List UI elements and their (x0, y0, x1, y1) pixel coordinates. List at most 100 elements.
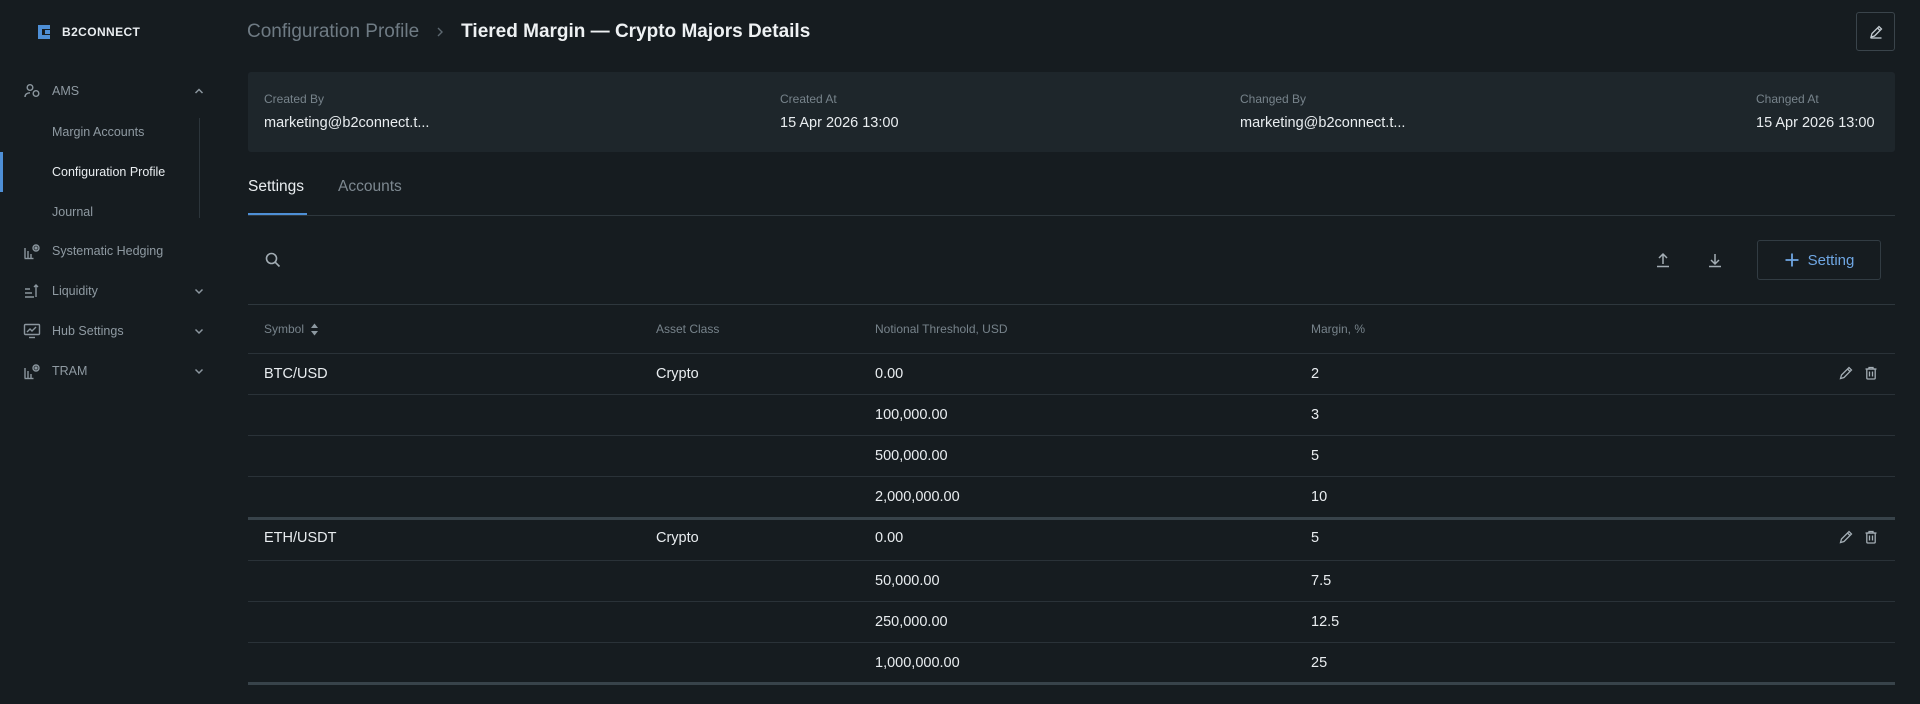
trash-icon[interactable] (1863, 365, 1879, 381)
created-by-label: Created By (264, 92, 325, 106)
column-header-label: Symbol (264, 322, 305, 336)
changed-by-label: Changed By (1240, 92, 1307, 106)
margin-cell: 3 (1311, 407, 1320, 423)
liquidity-icon (23, 282, 41, 300)
tab-accounts[interactable]: Accounts (338, 178, 402, 196)
sidebar-item-label: Systematic Hedging (52, 244, 164, 258)
monitor-chart-icon (23, 322, 41, 340)
margin-cell: 7.5 (1311, 573, 1332, 589)
margin-cell: 2 (1311, 366, 1320, 382)
changed-at-value: 15 Apr 2026 13:00 (1756, 115, 1875, 131)
row-actions (1838, 529, 1879, 545)
sidebar-item-configuration-profile[interactable]: Configuration Profile (0, 152, 210, 192)
threshold-cell: 0.00 (875, 530, 904, 546)
column-header-margin: Margin, % (1311, 322, 1365, 336)
b2connect-logo-icon (38, 25, 50, 39)
table-row[interactable]: 50,000.00 7.5 (248, 560, 1895, 601)
margin-cell: 12.5 (1311, 614, 1340, 630)
sidebar-item-label: Liquidity (52, 284, 98, 298)
pencil-icon (1868, 24, 1884, 40)
changed-by-value: marketing@b2connect.t... (1240, 115, 1406, 131)
margin-cell: 25 (1311, 655, 1328, 671)
add-setting-button[interactable]: Setting (1757, 240, 1881, 280)
created-by-value: marketing@b2connect.t... (264, 115, 430, 131)
threshold-cell: 500,000.00 (875, 448, 948, 464)
sidebar-item-label: Margin Accounts (52, 125, 145, 139)
sidebar-item-tram[interactable]: TRAM (0, 351, 210, 391)
chevron-down-icon[interactable] (193, 365, 205, 377)
sidebar: B2CONNECT AMS Margin Accounts Configurat… (0, 0, 210, 704)
sidebar-item-label: AMS (52, 84, 80, 98)
users-icon (23, 82, 41, 100)
table-row[interactable]: ETH/USDT Crypto 0.00 5 (248, 517, 1895, 558)
sidebar-item-hub-settings[interactable]: Hub Settings (0, 311, 210, 351)
sidebar-item-margin-accounts[interactable]: Margin Accounts (0, 112, 210, 152)
column-header-label: Asset Class (656, 322, 720, 336)
edit-icon[interactable] (1838, 365, 1854, 381)
changed-by-field: Changed By marketing@b2connect.t... (1240, 92, 1405, 131)
toolbar-divider (248, 304, 1895, 305)
sidebar-item-journal[interactable]: Journal (0, 192, 210, 232)
sidebar-item-label: Configuration Profile (52, 165, 166, 179)
tabs-divider (248, 215, 1895, 216)
column-header-asset-class: Asset Class (656, 322, 719, 336)
trash-icon[interactable] (1863, 529, 1879, 545)
margin-cell: 10 (1311, 489, 1328, 505)
audit-info-card: Created By marketing@b2connect.t... Crea… (248, 72, 1895, 152)
sidebar-item-label: Journal (52, 205, 93, 219)
chevron-down-icon[interactable] (193, 285, 205, 297)
table-row[interactable]: 100,000.00 3 (248, 394, 1895, 435)
table-bottom-border (248, 682, 1895, 685)
table-row[interactable]: BTC/USD Crypto 0.00 2 (248, 353, 1895, 394)
table-row[interactable]: 250,000.00 12.5 (248, 601, 1895, 642)
brand-logo[interactable]: B2CONNECT (38, 22, 140, 42)
table-row[interactable]: 2,000,000.00 10 (248, 476, 1895, 517)
search-icon[interactable] (264, 251, 282, 269)
table-row[interactable]: 1,000,000.00 25 (248, 642, 1895, 683)
breadcrumb-parent-link[interactable]: Configuration Profile (247, 21, 419, 43)
tab-settings[interactable]: Settings (248, 178, 304, 196)
threshold-cell: 50,000.00 (875, 573, 940, 589)
chevron-right-icon (435, 26, 445, 38)
created-by-field: Created By marketing@b2connect.t... (264, 92, 429, 131)
add-setting-label: Setting (1807, 251, 1855, 269)
table-row[interactable]: 500,000.00 5 (248, 435, 1895, 476)
row-actions (1838, 365, 1879, 381)
column-header-notional-threshold: Notional Threshold, USD (875, 322, 1008, 336)
brand-name: B2CONNECT (62, 25, 141, 39)
symbol-cell: BTC/USD (264, 366, 328, 382)
chart-gear-icon (23, 362, 41, 380)
breadcrumb: Configuration Profile Tiered Margin — Cr… (247, 18, 810, 46)
edit-icon[interactable] (1838, 529, 1854, 545)
chart-gear-icon (23, 242, 41, 260)
column-header-label: Margin, % (1311, 322, 1366, 336)
sidebar-item-ams[interactable]: AMS (0, 71, 210, 111)
chevron-up-icon[interactable] (193, 85, 205, 97)
changed-at-field: Changed At 15 Apr 2026 13:00 (1756, 92, 1875, 131)
asset-class-cell: Crypto (656, 366, 699, 382)
created-at-field: Created At 15 Apr 2026 13:00 (780, 92, 899, 131)
symbol-cell: ETH/USDT (264, 530, 337, 546)
margin-cell: 5 (1311, 530, 1320, 546)
download-icon[interactable] (1706, 251, 1724, 269)
sidebar-item-liquidity[interactable]: Liquidity (0, 271, 210, 311)
threshold-cell: 1,000,000.00 (875, 655, 960, 671)
column-header-label: Notional Threshold, USD (875, 322, 1008, 336)
margin-cell: 5 (1311, 448, 1320, 464)
upload-icon[interactable] (1654, 251, 1672, 269)
chevron-down-icon[interactable] (193, 325, 205, 337)
threshold-cell: 250,000.00 (875, 614, 948, 630)
threshold-cell: 2,000,000.00 (875, 489, 960, 505)
sidebar-item-label: Hub Settings (52, 324, 124, 338)
column-header-symbol[interactable]: Symbol (264, 322, 319, 336)
created-at-value: 15 Apr 2026 13:00 (780, 115, 899, 131)
threshold-cell: 100,000.00 (875, 407, 948, 423)
created-at-label: Created At (780, 92, 837, 106)
page-title: Tiered Margin — Crypto Majors Details (461, 21, 811, 42)
edit-profile-button[interactable] (1856, 12, 1895, 51)
changed-at-label: Changed At (1756, 92, 1819, 106)
threshold-cell: 0.00 (875, 366, 904, 382)
sidebar-item-systematic-hedging[interactable]: Systematic Hedging (0, 231, 210, 271)
asset-class-cell: Crypto (656, 530, 699, 546)
sort-icon[interactable] (310, 323, 319, 336)
